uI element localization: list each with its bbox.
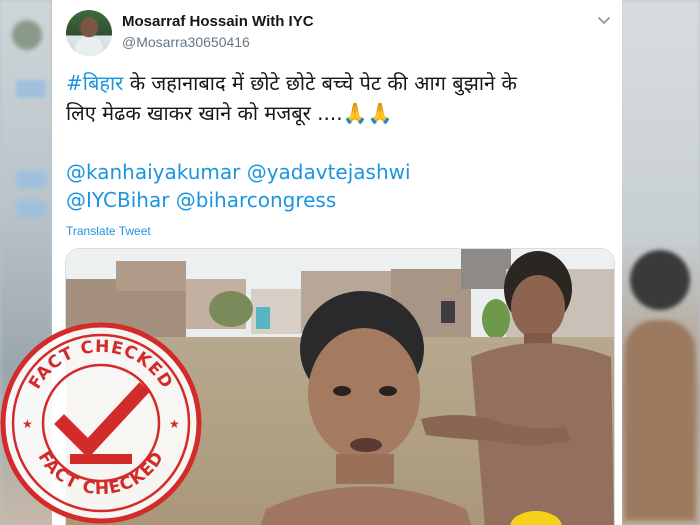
user-handle[interactable]: @Mosarra30650416 (122, 34, 250, 50)
translate-tweet-link[interactable]: Translate Tweet (66, 224, 151, 238)
display-name[interactable]: Mosarraf Hossain With IYC (122, 13, 314, 30)
fact-checked-stamp: FACT CHECKED FACT CHECKED ★ ★ (0, 322, 202, 524)
tweet-text-line1: के जहानाबाद में छोटे छोटे बच्चे पेट की आ… (123, 71, 517, 95)
svg-text:★: ★ (169, 417, 180, 431)
chevron-down-icon[interactable] (597, 16, 611, 26)
mentions-line-1[interactable]: @kanhaiyakumar @yadavtejashwi (66, 158, 616, 186)
tweet-text-line2: लिए मेढक खाकर खाने को मजबूर .... (66, 101, 343, 125)
svg-text:★: ★ (22, 417, 33, 431)
tweet-text: #बिहार के जहानाबाद में छोटे छोटे बच्चे प… (66, 68, 616, 128)
hashtag-link[interactable]: #बिहार (66, 71, 123, 95)
avatar[interactable] (66, 10, 112, 56)
mentions: @kanhaiyakumar @yadavtejashwi @IYCBihar … (66, 158, 616, 214)
mentions-line-2[interactable]: @IYCBihar @biharcongress (66, 186, 616, 214)
folded-hands-emoji: 🙏🙏 (342, 101, 393, 125)
blurred-background-right (620, 0, 700, 525)
